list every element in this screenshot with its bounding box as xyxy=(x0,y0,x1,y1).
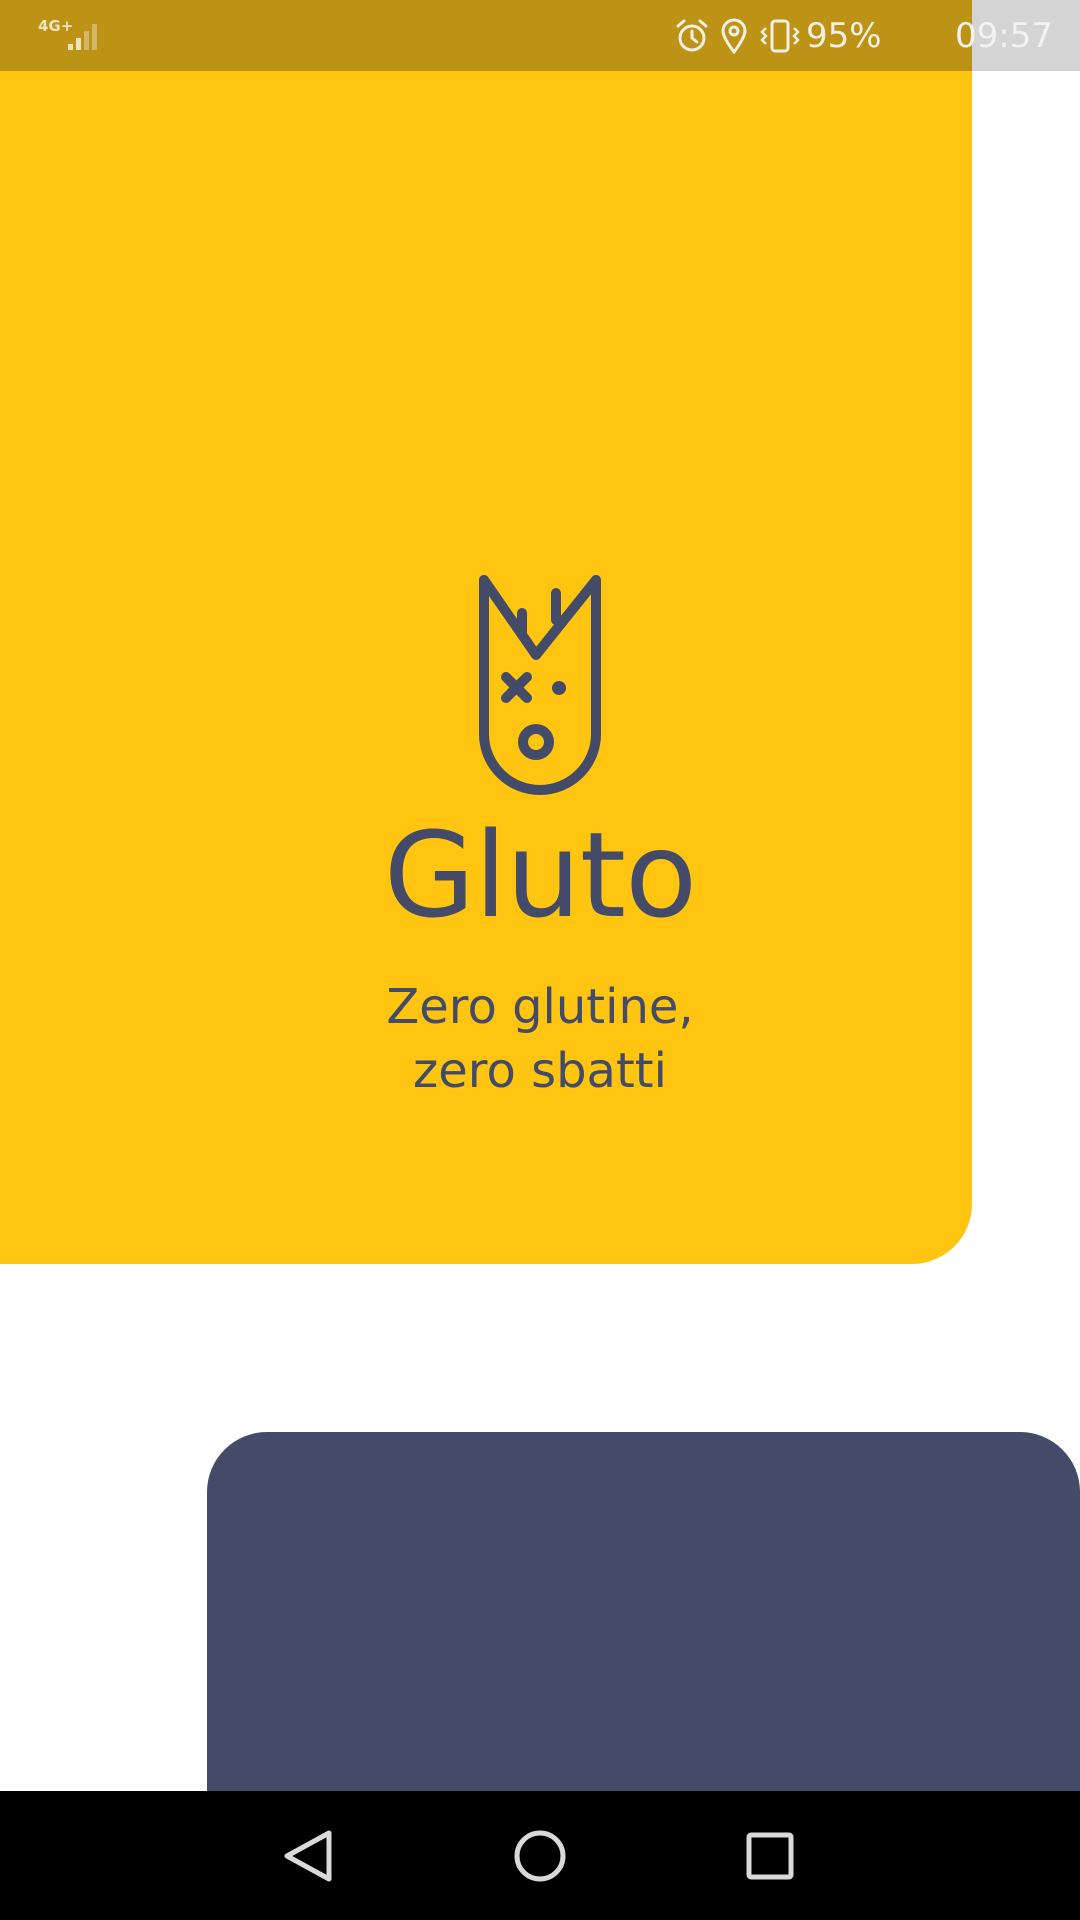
gluto-logo-icon xyxy=(479,575,601,795)
navigation-bar xyxy=(0,1791,1080,1920)
location-icon xyxy=(721,18,747,54)
home-icon[interactable] xyxy=(505,1821,575,1891)
brand-name: Gluto xyxy=(383,806,697,944)
signal-icon: 4G+ xyxy=(38,17,97,50)
alarm-icon xyxy=(676,19,708,52)
network-type-label: 4G+ xyxy=(38,17,73,35)
tagline-line-1: Zero glutine, xyxy=(386,979,694,1035)
tagline: Zero glutine, zero sbatti xyxy=(290,975,790,1103)
navy-card xyxy=(207,1432,1080,1792)
tagline-line-2: zero sbatti xyxy=(413,1043,667,1099)
recents-icon[interactable] xyxy=(735,1821,805,1891)
back-icon[interactable] xyxy=(273,1821,343,1891)
splash-screen: 4G+ 95% 09:57 Gluto Zero glutine, zero s… xyxy=(0,0,1080,1920)
battery-percent: 95% xyxy=(806,16,882,56)
clock: 09:57 xyxy=(955,16,1053,56)
status-bar: 4G+ 95% 09:57 xyxy=(0,0,1080,71)
vibrate-icon xyxy=(760,19,800,53)
